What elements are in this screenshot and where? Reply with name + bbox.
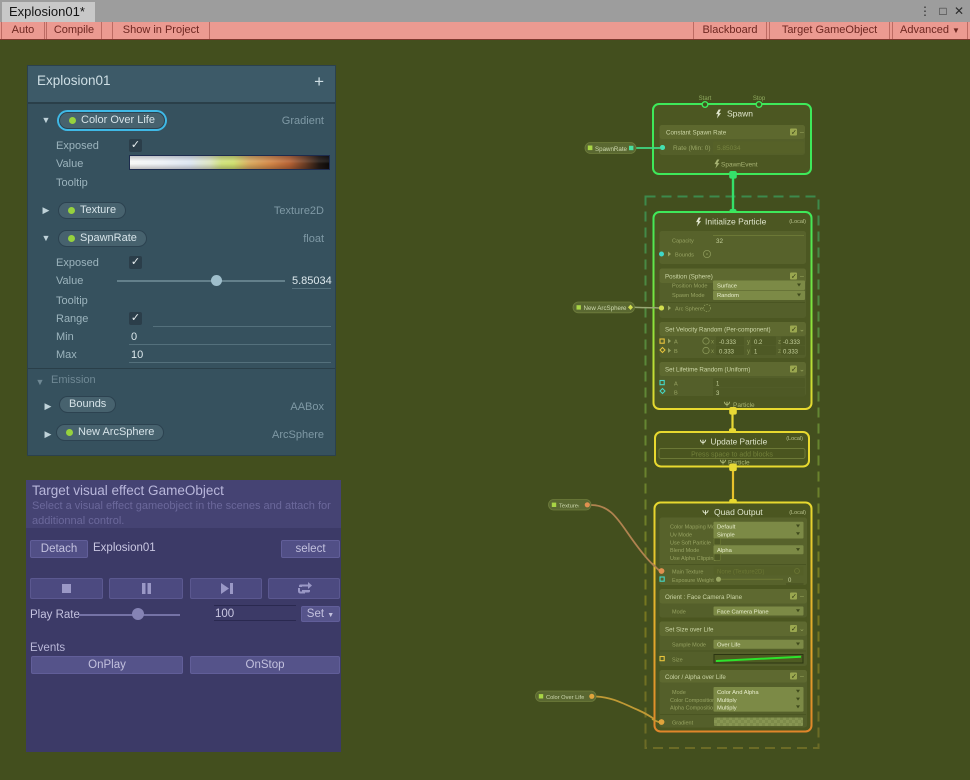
svg-text:Alpha: Alpha: [717, 548, 733, 554]
svg-text:Uv Mode: Uv Mode: [670, 533, 692, 539]
svg-text:Bounds: Bounds: [675, 253, 694, 259]
svg-text:✓: ✓: [791, 626, 797, 633]
svg-text:z: z: [778, 349, 781, 355]
svg-text:‹: ‹: [578, 504, 580, 510]
svg-text:(Local): (Local): [786, 436, 803, 442]
svg-text:✓: ✓: [791, 367, 797, 374]
svg-text:Use Alpha Clipping: Use Alpha Clipping: [670, 556, 716, 562]
svg-text:A: A: [674, 340, 678, 346]
svg-text:32: 32: [716, 238, 724, 245]
svg-text:Mode: Mode: [672, 690, 686, 696]
svg-text:Use Soft Particle: Use Soft Particle: [670, 540, 711, 546]
svg-text:Spawn: Spawn: [727, 109, 753, 119]
svg-text:Position (Sphere): Position (Sphere): [665, 274, 713, 281]
svg-text:Position Mode: Position Mode: [672, 284, 707, 290]
svg-text:Size: Size: [672, 658, 683, 664]
svg-text:✓: ✓: [791, 130, 797, 137]
svg-text:Over Life: Over Life: [717, 643, 741, 649]
svg-text:z: z: [778, 340, 781, 346]
svg-text:Blend Mode: Blend Mode: [670, 548, 699, 554]
svg-text:⌄: ⌄: [799, 327, 805, 334]
svg-text:✓: ✓: [791, 594, 797, 601]
svg-text:Capacity: Capacity: [672, 239, 694, 245]
svg-text:Constant Spawn Rate: Constant Spawn Rate: [666, 130, 727, 137]
svg-text:A: A: [674, 382, 678, 388]
svg-text:Press space to add blocks: Press space to add blocks: [691, 451, 773, 458]
svg-text:Color Mapping Mode: Color Mapping Mode: [670, 525, 721, 531]
svg-text:Update Particle: Update Particle: [711, 437, 768, 447]
svg-text:Spawn Mode: Spawn Mode: [672, 293, 705, 299]
svg-text:Face Camera Plane: Face Camera Plane: [717, 610, 769, 616]
svg-text:x: x: [711, 349, 714, 355]
svg-text:Exposure Weight: Exposure Weight: [672, 578, 714, 584]
svg-text:Mode: Mode: [672, 610, 686, 616]
svg-text:-0.333: -0.333: [783, 340, 801, 346]
svg-text:⌄: ⌄: [799, 626, 805, 633]
svg-text:New ArcSphere: New ArcSphere: [584, 305, 628, 312]
svg-text:Orient : Face Camera Plane: Orient : Face Camera Plane: [665, 594, 743, 601]
svg-text:✓: ✓: [791, 274, 797, 281]
svg-text:Texture: Texture: [559, 504, 578, 510]
svg-text:✓: ✓: [791, 327, 797, 334]
svg-text:Sample Mode: Sample Mode: [672, 643, 706, 649]
svg-text:Main Texture: Main Texture: [672, 570, 703, 576]
svg-text:-0.333: -0.333: [719, 340, 737, 346]
svg-text:✓: ✓: [791, 674, 797, 681]
svg-text:SpawnEvent: SpawnEvent: [721, 162, 758, 169]
svg-text:Initialize Particle: Initialize Particle: [705, 217, 767, 227]
svg-text:0.333: 0.333: [719, 349, 735, 355]
svg-text:Multiply: Multiply: [717, 706, 737, 712]
svg-text:Color / Alpha over Life: Color / Alpha over Life: [665, 674, 726, 681]
svg-text:–: –: [800, 274, 804, 281]
svg-text:0.2: 0.2: [754, 340, 763, 346]
svg-text:Alpha Composition: Alpha Composition: [670, 706, 716, 712]
svg-text:–: –: [800, 130, 804, 137]
svg-text:–: –: [800, 674, 804, 681]
svg-text:Set Size over Life: Set Size over Life: [665, 627, 714, 634]
svg-text:‹: ‹: [622, 306, 624, 312]
svg-text:⌄: ⌄: [799, 367, 805, 374]
svg-text:Simple: Simple: [717, 533, 735, 539]
svg-text:None (Texture2D): None (Texture2D): [717, 570, 764, 576]
svg-text:‹: ‹: [581, 695, 583, 701]
svg-text:Set Velocity Random (Per-compo: Set Velocity Random (Per-component): [665, 327, 771, 334]
svg-text:x: x: [711, 340, 714, 346]
svg-text:Gradient: Gradient: [672, 721, 694, 727]
svg-text:Rate (Min: 0): Rate (Min: 0): [673, 145, 711, 152]
svg-text:B: B: [674, 391, 678, 397]
svg-text:Arc Sphere: Arc Sphere: [675, 307, 703, 313]
svg-text:(Local): (Local): [789, 510, 806, 516]
svg-text:Set Lifetime Random (Uniform): Set Lifetime Random (Uniform): [665, 367, 750, 374]
svg-text:–: –: [800, 594, 804, 601]
svg-text:Random: Random: [717, 293, 739, 299]
svg-text:0.333: 0.333: [783, 349, 799, 355]
svg-text:B: B: [674, 349, 678, 355]
svg-text:‹: ‹: [622, 147, 624, 153]
svg-text:y: y: [747, 340, 750, 346]
svg-text:5.85034: 5.85034: [717, 145, 741, 152]
svg-text:Quad Output: Quad Output: [714, 507, 763, 517]
svg-text:y: y: [747, 349, 750, 355]
svg-text:(Local): (Local): [789, 219, 806, 225]
svg-text:Color Composition: Color Composition: [670, 698, 715, 704]
svg-text:Surface: Surface: [717, 284, 737, 290]
svg-text:Color Over Life: Color Over Life: [546, 695, 584, 701]
